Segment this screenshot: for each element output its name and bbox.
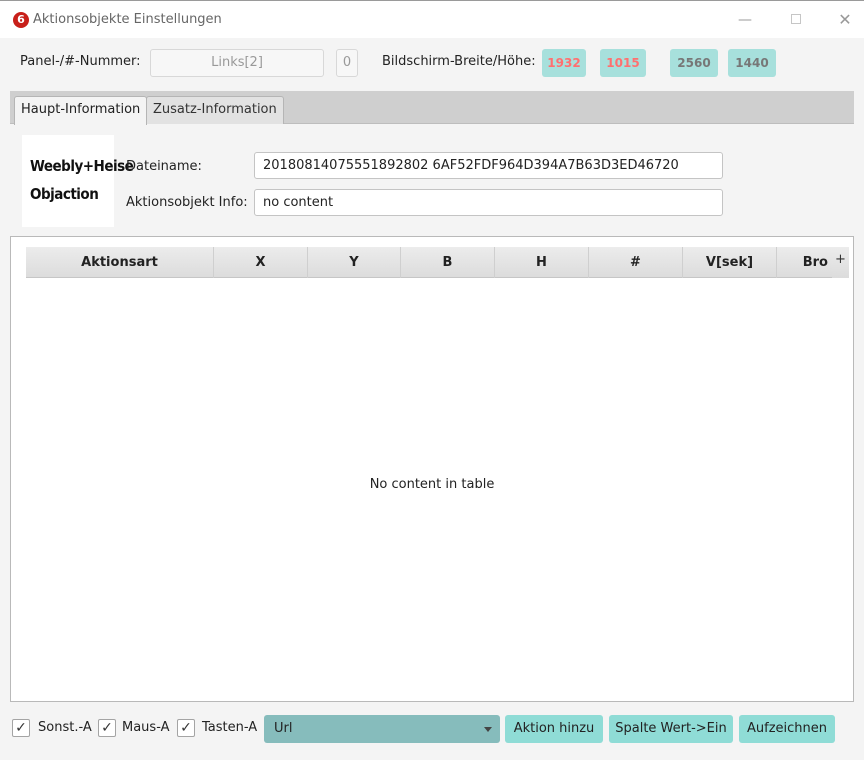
action-type-select[interactable]: Url [264, 715, 500, 743]
logo-line-2: Objaction [30, 185, 99, 203]
action-type-value: Url [274, 721, 293, 736]
filename-label: Dateiname: [126, 159, 202, 174]
maximize-icon [791, 14, 801, 24]
column-header-y[interactable]: Y [308, 247, 401, 278]
add-action-button[interactable]: Aktion hinzu [505, 715, 603, 743]
info-row: Panel-/#-Nummer: Links[2] 0 Bildschirm-B… [0, 38, 864, 90]
checkbox-maus[interactable]: ✓ [98, 719, 116, 737]
column-value-button[interactable]: Spalte Wert->Ein [609, 715, 733, 743]
settings-window: 6 Aktionsobjekte Einstellungen — ✕ Panel… [0, 0, 864, 760]
tab-bar: Haupt-Information Zusatz-Information [10, 91, 854, 125]
column-header-aktionsart[interactable]: Aktionsart [26, 247, 214, 278]
panel-number-field[interactable]: 0 [336, 49, 358, 77]
checkbox-tasten-label: Tasten-A [202, 720, 258, 735]
screen-size-label: Bildschirm-Breite/Höhe: [382, 54, 536, 69]
column-header-b[interactable]: B [401, 247, 495, 278]
checkbox-tasten[interactable]: ✓ [177, 719, 195, 737]
window-title: Aktionsobjekte Einstellungen [33, 12, 222, 27]
max-height-value: 1440 [728, 49, 776, 77]
minimize-button[interactable]: — [733, 9, 757, 31]
app-logo-icon: 6 [13, 12, 29, 28]
maximize-button[interactable] [784, 9, 808, 31]
panel-number-label: Panel-/#-Nummer: [20, 54, 141, 69]
checkbox-sonst-label: Sonst.-A [38, 720, 92, 735]
table-header: Aktionsart X Y B H # V[sek] Bro + [26, 247, 849, 278]
close-button[interactable]: ✕ [833, 9, 857, 31]
object-info-field[interactable]: no content [254, 189, 723, 216]
chevron-down-icon [484, 727, 492, 732]
checkbox-sonst[interactable]: ✓ [12, 719, 30, 737]
table-empty-message: No content in table [369, 477, 495, 492]
tab-zusatz-information[interactable]: Zusatz-Information [146, 96, 284, 124]
add-column-icon[interactable]: + [832, 247, 849, 278]
filename-field[interactable]: 20180814075551892802 6AF52FDF964D394A7B6… [254, 152, 723, 179]
column-header-x[interactable]: X [214, 247, 308, 278]
column-header-h[interactable]: H [495, 247, 589, 278]
actions-table: Aktionsart X Y B H # V[sek] Bro + No con… [10, 236, 854, 702]
column-header-v-sek[interactable]: V[sek] [683, 247, 777, 278]
checkbox-maus-label: Maus-A [122, 720, 170, 735]
column-header-count[interactable]: # [589, 247, 683, 278]
screen-width-value: 1932 [542, 49, 586, 77]
logo-line-1: Weebly+Heise [30, 157, 134, 175]
title-bar: 6 Aktionsobjekte Einstellungen — ✕ [0, 0, 864, 38]
max-width-value: 2560 [670, 49, 718, 77]
tab-haupt-information[interactable]: Haupt-Information [14, 96, 148, 125]
panel-value-field[interactable]: Links[2] [150, 49, 324, 77]
screen-height-value: 1015 [600, 49, 646, 77]
object-logo: Weebly+Heise Objaction [22, 135, 134, 227]
object-info-label: Aktionsobjekt Info: [126, 195, 248, 210]
record-button[interactable]: Aufzeichnen [739, 715, 835, 743]
column-header-bro[interactable]: Bro [777, 247, 832, 278]
